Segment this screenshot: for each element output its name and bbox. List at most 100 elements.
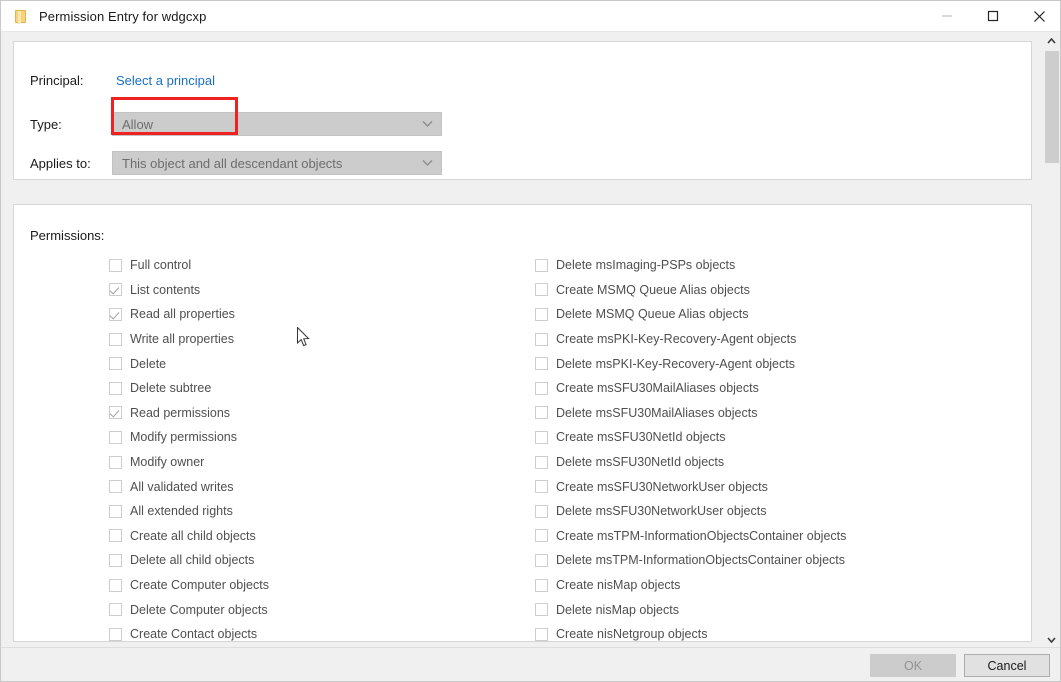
permission-item[interactable]: Create msPKI-Key-Recovery-Agent objects [535, 327, 846, 352]
permission-label: Modify owner [130, 455, 204, 469]
permission-label: Create Computer objects [130, 578, 269, 592]
permission-checkbox[interactable] [109, 283, 122, 296]
permission-item[interactable]: Full control [109, 253, 269, 278]
permission-checkbox[interactable] [535, 529, 548, 542]
permission-label: Create Contact objects [130, 627, 257, 641]
permission-checkbox[interactable] [535, 382, 548, 395]
content-area: Principal: Select a principal Type: Allo… [1, 32, 1045, 649]
permission-label: Read all properties [130, 307, 235, 321]
permissions-right-column: Delete msImaging-PSPs objects Create MSMQ… [535, 253, 846, 642]
permission-checkbox[interactable] [109, 505, 122, 518]
permission-item[interactable]: Delete nisMap objects [535, 597, 846, 622]
permission-checkbox[interactable] [109, 456, 122, 469]
permission-item[interactable]: Create Contact objects [109, 622, 269, 642]
permission-checkbox[interactable] [535, 628, 548, 641]
permission-checkbox[interactable] [535, 308, 548, 321]
permission-item[interactable]: Create MSMQ Queue Alias objects [535, 278, 846, 303]
ok-button[interactable]: OK [870, 654, 956, 677]
permission-item[interactable]: Write all properties [109, 327, 269, 352]
permission-item[interactable]: Read all properties [109, 302, 269, 327]
permission-checkbox[interactable] [535, 456, 548, 469]
permission-item[interactable]: All validated writes [109, 474, 269, 499]
permission-item[interactable]: Read permissions [109, 401, 269, 426]
permission-item[interactable]: Modify permissions [109, 425, 269, 450]
permission-item[interactable]: Create msSFU30NetId objects [535, 425, 846, 450]
permission-checkbox[interactable] [109, 357, 122, 370]
permission-checkbox[interactable] [535, 333, 548, 346]
permission-item[interactable]: Create all child objects [109, 524, 269, 549]
permission-item[interactable]: Delete msSFU30NetworkUser objects [535, 499, 846, 524]
permission-item[interactable]: List contents [109, 278, 269, 303]
permission-item[interactable]: Create Computer objects [109, 573, 269, 598]
permission-checkbox[interactable] [109, 579, 122, 592]
permission-checkbox[interactable] [109, 628, 122, 641]
permission-label: Create msSFU30NetworkUser objects [556, 480, 768, 494]
permission-checkbox[interactable] [109, 431, 122, 444]
permission-item[interactable]: Create msSFU30NetworkUser objects [535, 474, 846, 499]
principal-panel: Principal: Select a principal Type: Allo… [13, 41, 1032, 180]
permission-checkbox[interactable] [535, 480, 548, 493]
permission-checkbox[interactable] [535, 603, 548, 616]
permission-checkbox[interactable] [109, 554, 122, 567]
permission-item[interactable]: Modify owner [109, 450, 269, 475]
permission-item[interactable]: Create nisNetgroup objects [535, 622, 846, 642]
permission-checkbox[interactable] [535, 259, 548, 272]
permission-checkbox[interactable] [109, 406, 122, 419]
applies-to-dropdown[interactable]: This object and all descendant objects [112, 151, 442, 175]
permission-item[interactable]: Create msSFU30MailAliases objects [535, 376, 846, 401]
permission-label: Create msPKI-Key-Recovery-Agent objects [556, 332, 796, 346]
permissions-left-column: Full controlList contents Read all proper… [109, 253, 269, 642]
permission-checkbox[interactable] [535, 357, 548, 370]
chevron-down-icon [422, 160, 433, 167]
close-icon[interactable] [1016, 1, 1061, 31]
permission-checkbox[interactable] [535, 431, 548, 444]
type-label: Type: [30, 117, 112, 132]
permission-label: Create MSMQ Queue Alias objects [556, 283, 750, 297]
permission-checkbox[interactable] [535, 554, 548, 567]
permission-checkbox[interactable] [109, 259, 122, 272]
principal-label: Principal: [30, 73, 112, 88]
minimize-icon[interactable] [924, 1, 970, 31]
select-principal-link[interactable]: Select a principal [112, 71, 219, 90]
permission-item[interactable]: Delete msPKI-Key-Recovery-Agent objects [535, 351, 846, 376]
permission-item[interactable]: Delete MSMQ Queue Alias objects [535, 302, 846, 327]
permission-item[interactable]: Delete [109, 351, 269, 376]
permission-item[interactable]: Delete msSFU30MailAliases objects [535, 401, 846, 426]
permission-label: Delete msSFU30NetworkUser objects [556, 504, 767, 518]
permission-checkbox[interactable] [109, 480, 122, 493]
permission-label: Create all child objects [130, 529, 256, 543]
permission-item[interactable]: Delete subtree [109, 376, 269, 401]
permission-label: Create msTPM-InformationObjectsContainer… [556, 529, 846, 543]
type-dropdown[interactable]: Allow [112, 112, 442, 136]
permission-checkbox[interactable] [535, 406, 548, 419]
window-title: Permission Entry for wdgcxp [39, 9, 206, 24]
permission-checkbox[interactable] [109, 308, 122, 321]
maximize-icon[interactable] [970, 1, 1016, 31]
permission-item[interactable]: Create nisMap objects [535, 573, 846, 598]
permission-label: Delete [130, 357, 166, 371]
permission-label: Delete MSMQ Queue Alias objects [556, 307, 748, 321]
cancel-button[interactable]: Cancel [964, 654, 1050, 677]
permission-label: Delete subtree [130, 381, 211, 395]
permission-item[interactable]: Create msTPM-InformationObjectsContainer… [535, 524, 846, 549]
permission-item[interactable]: Delete all child objects [109, 548, 269, 573]
permission-checkbox[interactable] [109, 603, 122, 616]
permissions-panel: Permissions: Full controlList contentsRe… [13, 204, 1032, 642]
permission-checkbox[interactable] [535, 283, 548, 296]
permission-label: Delete all child objects [130, 553, 254, 567]
permission-item[interactable]: All extended rights [109, 499, 269, 524]
scrollbar-thumb[interactable] [1043, 51, 1059, 163]
permission-item[interactable]: Delete msSFU30NetId objects [535, 450, 846, 475]
window-controls [924, 1, 1061, 31]
permission-item[interactable]: Delete Computer objects [109, 597, 269, 622]
scroll-up-icon[interactable] [1043, 32, 1059, 50]
applies-to-value: This object and all descendant objects [113, 156, 342, 171]
permission-checkbox[interactable] [109, 382, 122, 395]
permission-item[interactable]: Delete msTPM-InformationObjectsContainer… [535, 548, 846, 573]
permission-checkbox[interactable] [535, 505, 548, 518]
permission-item[interactable]: Delete msImaging-PSPs objects [535, 253, 846, 278]
permission-checkbox[interactable] [109, 333, 122, 346]
permission-checkbox[interactable] [109, 529, 122, 542]
folder-icon [13, 8, 29, 24]
permission-checkbox[interactable] [535, 579, 548, 592]
